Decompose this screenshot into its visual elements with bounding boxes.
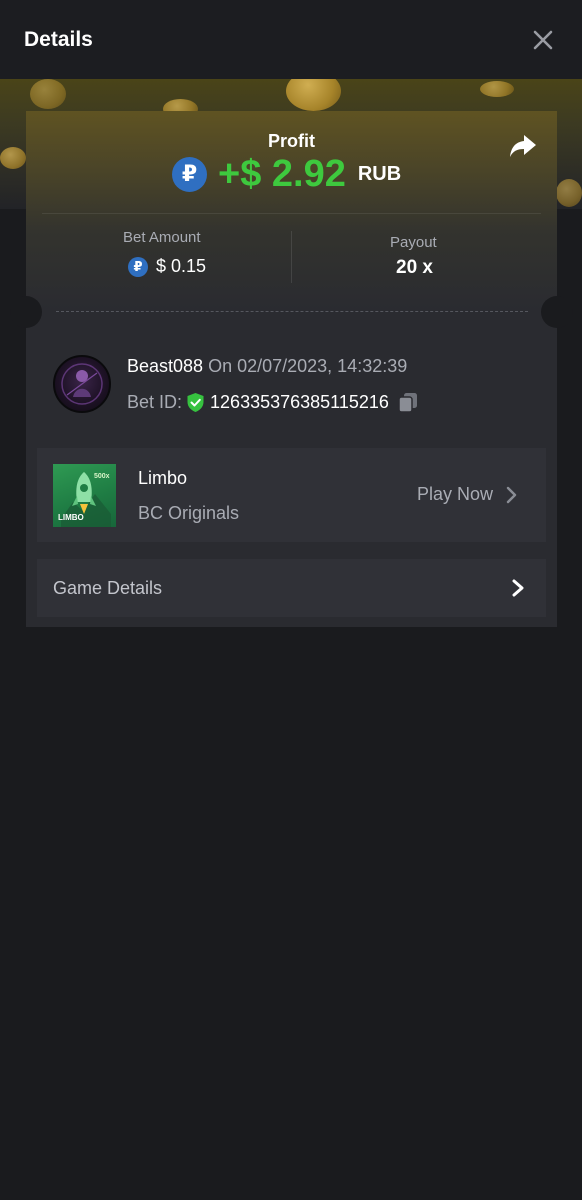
payout-label: Payout: [390, 234, 437, 251]
rub-coin-icon: ₽: [172, 156, 207, 192]
coin-decoration: [0, 147, 26, 169]
bet-amount-value: $ 0.15: [156, 256, 207, 276]
avatar[interactable]: [53, 355, 111, 413]
game-thumb-label: LIMBO: [58, 513, 84, 522]
game-provider: BC Originals: [138, 503, 240, 523]
avatar-image: [61, 363, 103, 405]
profit-amount: +$ 2.92: [218, 152, 346, 195]
rocket-icon: LIMBO 500x: [58, 472, 111, 527]
rub-coin-icon: ₽: [128, 256, 148, 277]
shield-check-icon: [187, 392, 204, 412]
divider: [42, 213, 541, 214]
game-details-row[interactable]: Game Details: [37, 559, 546, 617]
header-bar: Details: [0, 0, 582, 79]
game-name: Limbo: [138, 468, 188, 488]
close-icon[interactable]: [530, 27, 556, 53]
copy-icon[interactable]: [397, 391, 419, 413]
coin-decoration: [556, 179, 582, 207]
bet-date: On 02/07/2023, 14:32:39: [203, 356, 408, 376]
profit-currency: RUB: [357, 162, 402, 185]
profit-label: Profit: [268, 131, 315, 151]
player-line: Beast088 On 02/07/2023, 14:32:39: [127, 356, 407, 377]
bet-id-value: 126335376385115216: [210, 391, 389, 412]
game-card[interactable]: LIMBO 500x Limbo BC Originals Play Now: [37, 448, 546, 542]
coin-decoration: [480, 81, 514, 97]
play-now-button[interactable]: Play Now: [417, 484, 517, 505]
chevron-right-icon: [512, 579, 524, 597]
profit-row: ₽ +$ 2.92 RUB: [172, 151, 401, 197]
ticket-notch-right: [541, 296, 573, 328]
currency-symbol: ₽: [133, 258, 143, 274]
play-now-label: Play Now: [417, 484, 494, 504]
page-title: Details: [24, 28, 93, 51]
game-thumb-badge: 500x: [94, 473, 110, 480]
dashed-separator: [56, 311, 528, 312]
game-thumbnail: LIMBO 500x: [53, 464, 116, 527]
share-icon[interactable]: [508, 133, 538, 159]
game-details-label: Game Details: [53, 578, 163, 598]
bet-id-label: Bet ID:: [127, 391, 183, 412]
bet-details-card: Profit ₽ +$ 2.92 RUB Bet Amount ₽ $ 0.15…: [10, 111, 573, 627]
chevron-right-icon: [506, 486, 517, 503]
username[interactable]: Beast088: [127, 356, 203, 376]
bet-amount: ₽ $ 0.15: [128, 256, 206, 277]
coin-decoration: [30, 79, 66, 109]
ticket-notch-left: [10, 296, 42, 328]
payout-value: 20 x: [396, 257, 433, 278]
divider: [291, 231, 292, 283]
bet-id-row: Bet ID: 126335376385115216: [127, 390, 419, 414]
bet-amount-label: Bet Amount: [123, 229, 201, 246]
coin-decoration: [286, 79, 341, 111]
currency-symbol: ₽: [181, 161, 198, 186]
